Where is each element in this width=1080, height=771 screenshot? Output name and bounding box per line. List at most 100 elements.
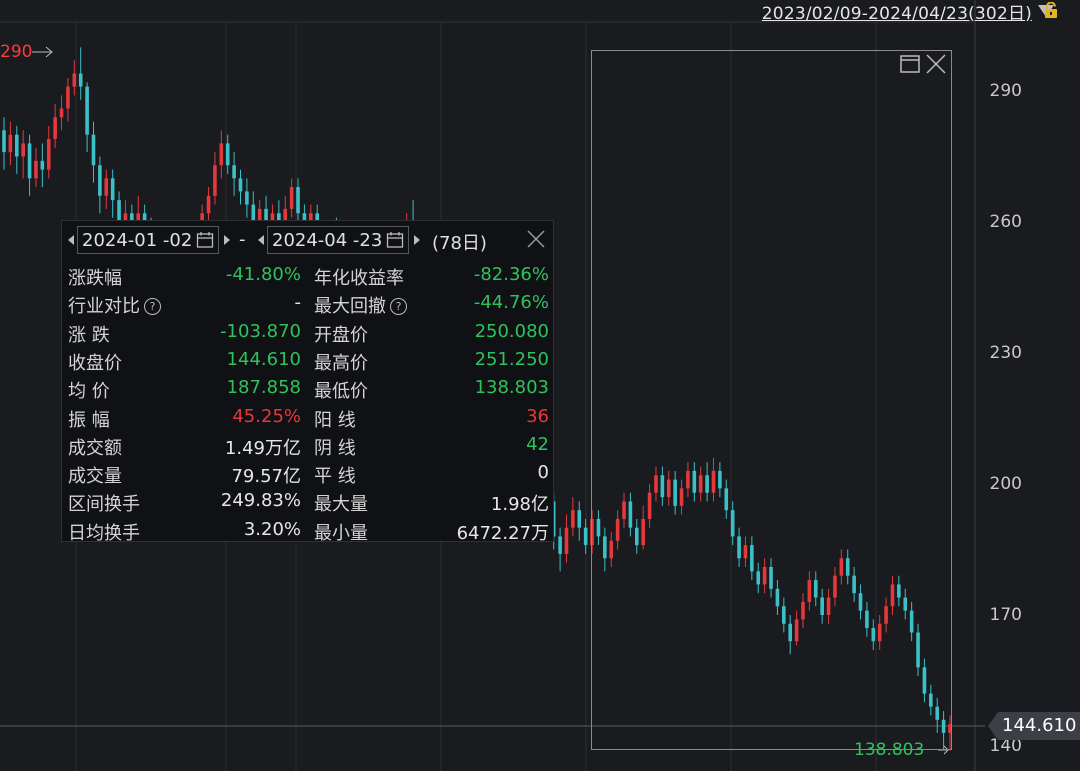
candle	[40, 143, 45, 188]
stat-label: 涨跌幅	[68, 268, 122, 289]
y-tick-label: 200	[989, 474, 1022, 494]
candle	[78, 47, 83, 100]
stat-value: 1.98亿	[490, 494, 549, 516]
candle	[21, 130, 25, 179]
date-range-label[interactable]: 2023/02/09-2024/04/23(302日)	[762, 0, 1032, 24]
date-separator: -	[239, 229, 246, 250]
stats-row: 均 价 187.858 最低价 138.803	[62, 377, 553, 405]
calendar-icon[interactable]	[196, 231, 214, 249]
candle	[219, 130, 224, 179]
stat-label: 平 线	[314, 466, 356, 488]
candle	[213, 152, 217, 205]
y-tick-label: 260	[989, 212, 1022, 232]
candle	[232, 152, 236, 196]
stat-label: 阳 线	[314, 409, 356, 431]
y-tick-label: 230	[989, 343, 1022, 363]
candle	[91, 121, 96, 183]
candle	[104, 169, 109, 209]
stat-label: 日均换手	[68, 522, 140, 544]
last-price-tag: 144.610	[988, 712, 1080, 740]
close-icon[interactable]	[925, 53, 947, 75]
stat-value: -	[294, 292, 302, 314]
stat-value: 36	[526, 405, 549, 427]
help-icon[interactable]: ?	[144, 298, 161, 316]
stat-label: 行业对比?	[68, 292, 161, 318]
stat-value: 138.803	[474, 377, 549, 399]
candle	[66, 77, 70, 122]
y-tick-label: 290	[989, 81, 1022, 101]
candle	[27, 134, 32, 196]
candle	[85, 82, 89, 153]
stat-label: 最小量	[314, 522, 368, 544]
candle	[571, 497, 575, 537]
stat-label: 最大回撤?	[314, 292, 407, 318]
start-date-prev-icon[interactable]	[68, 235, 74, 245]
candle	[238, 169, 243, 205]
candle	[558, 527, 562, 572]
stat-value: 45.25%	[232, 405, 301, 427]
date-range-selector[interactable]: 2023/02/09-2024/04/23(302日)	[762, 0, 1054, 24]
y-tick-label: 170	[989, 605, 1022, 625]
candle	[245, 178, 249, 218]
candle	[2, 117, 6, 170]
candle	[110, 169, 115, 218]
end-date-prev-icon[interactable]	[258, 235, 264, 245]
stat-value: -44.76%	[473, 292, 549, 314]
stat-label: 收盘价	[68, 352, 122, 374]
stat-label: 区间换手	[68, 494, 140, 516]
start-date-value: 2024-01 -02	[82, 229, 193, 251]
stat-label: 涨 跌	[68, 324, 110, 346]
candle	[72, 60, 77, 96]
end-date-next-icon[interactable]	[414, 235, 420, 245]
stats-row: 成交量 79.57亿平 线 0	[62, 462, 553, 490]
stat-value: -103.870	[220, 320, 301, 342]
panel-header: 2024-01 -02 - 2024-04 -23 (78日)	[62, 221, 553, 259]
interval-days: (78日)	[432, 233, 487, 254]
stats-row: 振 幅 45.25% 阳 线 36	[62, 406, 553, 434]
candle	[59, 95, 64, 131]
end-date-field[interactable]: 2024-04 -23	[267, 226, 409, 254]
stat-label: 成交量	[68, 466, 122, 488]
stat-value: 187.858	[226, 377, 301, 399]
stat-label: 年化收益率	[314, 268, 404, 289]
start-date-field[interactable]: 2024-01 -02	[77, 226, 219, 254]
stats-row: 日均换手 3.20% 最小量 6472.27万	[62, 519, 553, 547]
candle	[296, 178, 300, 222]
help-icon[interactable]: ?	[390, 298, 407, 316]
candle	[8, 121, 13, 166]
panel-close-icon[interactable]	[525, 228, 547, 250]
stat-label: 振 幅	[68, 409, 110, 431]
stat-value: 144.610	[226, 348, 301, 370]
candle	[34, 147, 38, 188]
stat-value: 250.080	[474, 320, 549, 342]
stat-value: 0	[537, 462, 549, 484]
stats-row: 区间换手 249.83% 最大量 1.98亿	[62, 490, 553, 518]
lock-icon[interactable]	[1044, 2, 1058, 18]
stat-label: 开盘价	[314, 324, 368, 346]
stat-value: 251.250	[474, 348, 549, 370]
stat-value: 1.49万亿	[224, 437, 301, 459]
start-date-next-icon[interactable]	[224, 235, 230, 245]
interval-stats-panel: 2024-01 -02 - 2024-04 -23 (78日) 涨跌幅 -41.…	[61, 220, 554, 544]
calendar-icon[interactable]	[386, 231, 404, 249]
candle	[225, 134, 230, 174]
stat-value: 249.83%	[220, 490, 301, 512]
stats-row: 涨跌幅 -41.80% 年化收益率 -82.36%	[62, 264, 553, 292]
stat-label: 均 价	[68, 381, 110, 403]
stat-label: 最低价	[314, 381, 368, 403]
candle	[53, 104, 57, 148]
stat-label: 最高价	[314, 352, 368, 374]
stats-row: 涨 跌 -103.870 开盘价 250.080	[62, 321, 553, 349]
stat-value: 42	[526, 433, 549, 455]
maximize-icon[interactable]	[899, 53, 921, 75]
stat-value: 79.57亿	[231, 466, 301, 488]
range-selection-box[interactable]	[591, 50, 952, 750]
stat-value: -41.80%	[225, 264, 301, 285]
peak-price-label: 290	[0, 42, 33, 62]
candle	[583, 518, 588, 554]
stat-label: 阴 线	[314, 437, 356, 459]
stat-value: 6472.27万	[456, 522, 549, 544]
candle	[289, 178, 294, 218]
stat-label: 成交额	[68, 437, 122, 459]
stat-value: -82.36%	[473, 264, 549, 285]
